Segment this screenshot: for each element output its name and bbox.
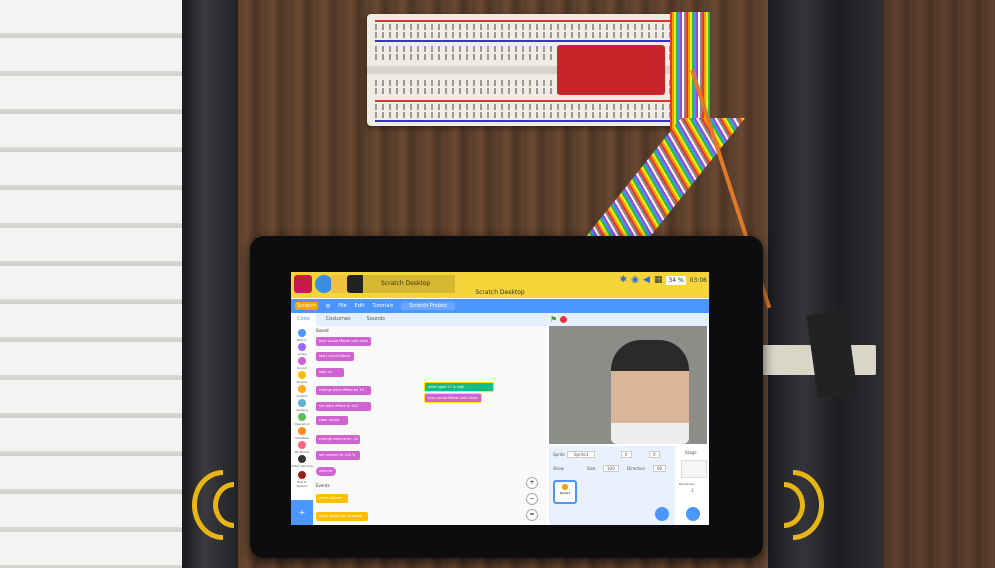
- cat-sprite-icon: ●: [561, 482, 569, 491]
- show-label: Show: [553, 466, 564, 471]
- backdrops-count: 1: [691, 488, 694, 493]
- zoom-out-icon[interactable]: −: [526, 493, 538, 505]
- menu-file[interactable]: File: [338, 303, 346, 309]
- stage-label: Stage: [685, 450, 697, 455]
- tab-sounds[interactable]: Sounds: [361, 313, 391, 326]
- block-when-key-pressed[interactable]: when space key pressed: [316, 512, 368, 521]
- stage-selector[interactable]: Stage Backdrops 1: [677, 446, 709, 525]
- scratch-menubar: Scratch ◍ File Edit Tutorials Scratch Pr…: [291, 299, 709, 313]
- sprite-thumb-label: Sprite1: [559, 491, 571, 495]
- block-start-sound[interactable]: start sound Meow: [316, 352, 354, 361]
- block-change-effect[interactable]: change pitch effect by 10: [316, 386, 371, 395]
- block-volume-reporter[interactable]: volume: [316, 467, 336, 476]
- add-sprite-button[interactable]: [655, 507, 669, 521]
- zoom-reset-icon[interactable]: =: [526, 509, 538, 521]
- block-clear-sound-effects[interactable]: clear sound effects: [316, 416, 348, 431]
- wifi-icon[interactable]: ◉: [631, 275, 639, 285]
- screen: Scratch Desktop ✱ ◉ ◀ ▦ 34 % 03:06 Scrat…: [291, 272, 709, 525]
- menu-tutorials[interactable]: Tutorials: [372, 303, 393, 309]
- size-input[interactable]: 100: [603, 465, 619, 472]
- sprite-y-input[interactable]: 0: [649, 451, 660, 458]
- category-my-blocks[interactable]: My Blocks: [291, 441, 313, 454]
- keyboard-icon[interactable]: ▦: [654, 275, 663, 285]
- category-operators[interactable]: Operators: [291, 413, 313, 426]
- gpio-extension-board: [557, 45, 665, 95]
- person-in-video: [611, 340, 689, 444]
- sprite-name-input[interactable]: Sprite1: [567, 451, 596, 458]
- stage-video[interactable]: [549, 326, 707, 444]
- sprite-label: Sprite: [553, 452, 565, 457]
- system-tray: ✱ ◉ ◀ ▦ 34 % 03:06: [620, 275, 707, 285]
- tab-costumes[interactable]: Costumes: [320, 313, 357, 326]
- stage-thumbnail[interactable]: [681, 460, 707, 478]
- stage-header: ⚑: [546, 313, 709, 326]
- category-sound[interactable]: Sound: [291, 357, 313, 370]
- block-palette: Sound play sound Meow until done start s…: [313, 326, 394, 525]
- block-stop-all-sounds[interactable]: stop all sounds: [316, 368, 344, 383]
- clock: 03:06: [689, 276, 707, 284]
- direction-label: Direction: [627, 466, 646, 471]
- block-set-effect[interactable]: set pitch effect to 100: [316, 402, 371, 411]
- sprite-x-input[interactable]: 0: [621, 451, 632, 458]
- window-blinds: [0, 0, 182, 568]
- category-events[interactable]: Events: [291, 371, 313, 384]
- zoom-in-icon[interactable]: +: [526, 477, 538, 489]
- palette-heading-events: Events: [316, 483, 330, 488]
- sprite-thumbnail[interactable]: ● Sprite1: [553, 480, 577, 504]
- block-when-flag-clicked[interactable]: when clicked: [316, 494, 348, 503]
- tab-code[interactable]: Code: [291, 313, 316, 326]
- add-backdrop-button[interactable]: [686, 507, 700, 521]
- volume-icon[interactable]: ◀: [643, 275, 650, 285]
- block-play-sound-until-done[interactable]: play sound Meow until done: [316, 337, 371, 346]
- block-change-volume[interactable]: change volume by -10: [316, 435, 360, 444]
- category-video-sensing[interactable]: Video Sensing: [291, 455, 313, 468]
- category-text-to-speech[interactable]: Text to Speech: [291, 471, 313, 488]
- volume-value: 34 %: [666, 275, 686, 285]
- block-set-volume[interactable]: set volume to 100 %: [316, 451, 360, 460]
- editor-tabs: Code Costumes Sounds: [291, 313, 546, 326]
- palette-heading-sound: Sound: [316, 328, 329, 333]
- category-sensing[interactable]: Sensing: [291, 399, 313, 412]
- project-title-input[interactable]: Scratch Project: [401, 302, 455, 310]
- scratch-logo[interactable]: Scratch: [295, 302, 318, 310]
- direction-input[interactable]: 90: [653, 465, 667, 472]
- category-list: Motion Looks Sound Events Control Sensin…: [291, 326, 314, 500]
- category-looks[interactable]: Looks: [291, 343, 313, 356]
- globe-icon[interactable]: ◍: [326, 303, 330, 309]
- script-block-when-gpio[interactable]: when gpio 17 is high: [424, 382, 494, 392]
- window-title: Scratch Desktop: [475, 289, 525, 296]
- category-variables[interactable]: Variables: [291, 427, 313, 440]
- bluetooth-icon[interactable]: ✱: [620, 275, 628, 285]
- wood-wall-right: [884, 0, 995, 568]
- menu-edit[interactable]: Edit: [355, 303, 365, 309]
- extension-button[interactable]: +: [291, 500, 313, 525]
- sprite-info-panel: Sprite Sprite1 0 0 Show Size 100 Directi…: [549, 446, 675, 525]
- category-control[interactable]: Control: [291, 385, 313, 398]
- backdrops-label: Backdrops: [679, 482, 695, 486]
- green-flag-icon[interactable]: ⚑: [550, 315, 557, 324]
- script-block-play-sound[interactable]: play sound Meow until done: [424, 393, 482, 403]
- stop-icon[interactable]: [560, 316, 567, 323]
- size-label: Size: [587, 466, 596, 471]
- category-motion[interactable]: Motion: [291, 329, 313, 342]
- script-area[interactable]: when gpio 17 is high play sound Meow unt…: [393, 326, 546, 525]
